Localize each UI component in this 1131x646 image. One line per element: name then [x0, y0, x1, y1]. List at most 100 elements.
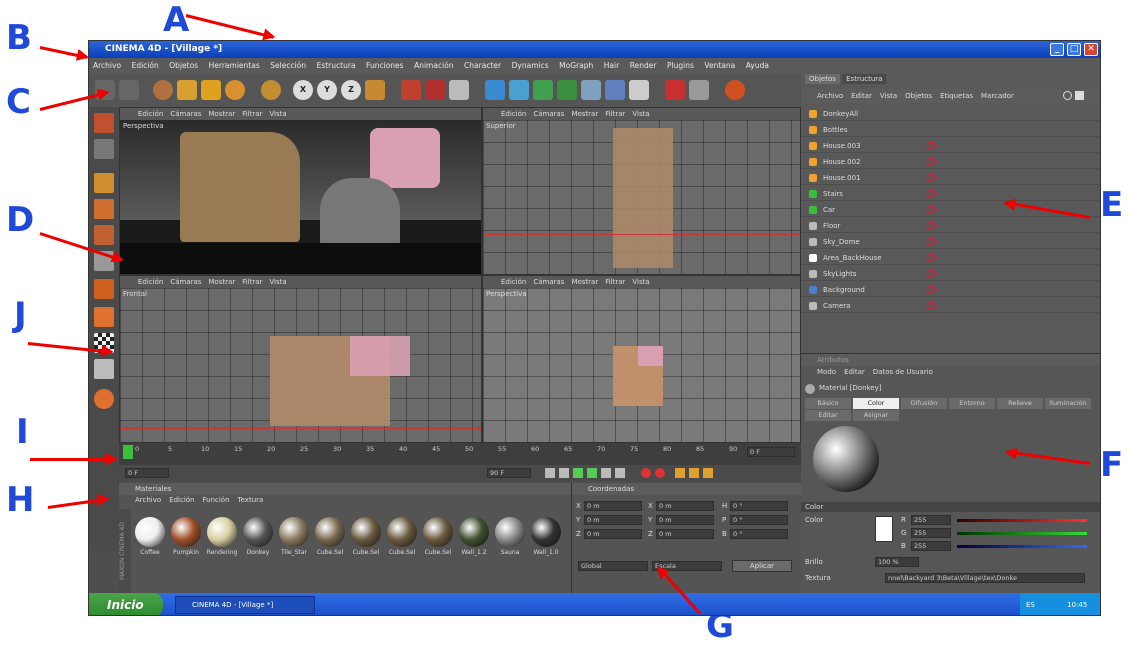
obj-menu-editar[interactable]: Editar	[851, 92, 872, 100]
use-polygons-tool-icon[interactable]	[94, 225, 114, 245]
z-axis-icon[interactable]: Z	[341, 80, 361, 100]
textura-path-field[interactable]: nnel\Backyard 3\Beta\Village\tex\Donke	[885, 573, 1085, 583]
layout-icon[interactable]	[689, 80, 709, 100]
viewport-perspective-top[interactable]: Edición Cámaras Mostrar Filtrar Vista Perspe…	[119, 107, 482, 275]
g-slider[interactable]	[957, 532, 1087, 535]
rotate-icon[interactable]	[225, 80, 245, 100]
vp-menu-edicion[interactable]: Edición	[501, 110, 526, 118]
cinema4d-logo-icon[interactable]	[725, 80, 745, 100]
b-field[interactable]: 255	[911, 541, 951, 551]
menu-ayuda[interactable]: Ayuda	[746, 61, 769, 70]
texture-tool-icon[interactable]	[94, 279, 114, 299]
menu-funciones[interactable]: Funciones	[366, 61, 403, 70]
close-button[interactable]: ✕	[1084, 43, 1098, 56]
vp-menu-mostrar[interactable]: Mostrar	[208, 278, 235, 286]
material-swatch[interactable]	[315, 517, 345, 547]
viewport-perspective-bottom[interactable]: Edición Cámaras Mostrar Filtrar Vista Perspe…	[482, 275, 801, 443]
home-icon[interactable]	[1075, 91, 1084, 100]
coord-value-field[interactable]: 0 m	[584, 501, 642, 511]
object-row[interactable]: Sky_Dome	[801, 235, 1100, 249]
minimize-button[interactable]: _	[1050, 43, 1064, 56]
language-indicator[interactable]: ES	[1026, 601, 1035, 609]
cube-icon[interactable]	[485, 80, 505, 100]
recent-tool-icon[interactable]	[261, 80, 281, 100]
menu-animacion[interactable]: Animación	[414, 61, 453, 70]
mat-menu-edicion[interactable]: Edición	[169, 496, 194, 504]
material-swatch[interactable]	[279, 517, 309, 547]
coord-value-field[interactable]: 0 °	[730, 529, 788, 539]
attr-menu-datos[interactable]: Datos de Usuario	[873, 368, 933, 376]
end-frame-field[interactable]: 90 F	[487, 468, 531, 478]
autokey-icon[interactable]	[655, 468, 665, 478]
g-field[interactable]: 255	[911, 528, 951, 538]
go-to-start-icon[interactable]	[545, 468, 555, 478]
restriction-tag-icon[interactable]	[927, 206, 935, 214]
vp-menu-vista[interactable]: Vista	[269, 278, 286, 286]
restriction-tag-icon[interactable]	[927, 190, 935, 198]
attr-tab[interactable]: Iluminación	[1045, 398, 1091, 409]
render-settings-icon[interactable]	[449, 80, 469, 100]
live-selection-icon[interactable]	[153, 80, 173, 100]
restriction-tag-icon[interactable]	[927, 286, 935, 294]
vp-menu-edicion[interactable]: Edición	[138, 110, 163, 118]
use-points-tool-icon[interactable]	[94, 173, 114, 193]
vp-menu-mostrar[interactable]: Mostrar	[208, 110, 235, 118]
vp-menu-camaras[interactable]: Cámaras	[533, 110, 564, 118]
object-row[interactable]: Bottles	[801, 123, 1100, 137]
play-forward-icon[interactable]	[587, 468, 597, 478]
material-swatch[interactable]	[351, 517, 381, 547]
coord-value-field[interactable]: 0 m	[656, 529, 714, 539]
vp-menu-filtrar[interactable]: Filtrar	[242, 278, 262, 286]
menu-estructura[interactable]: Estructura	[317, 61, 356, 70]
vp-menu-camaras[interactable]: Cámaras	[170, 110, 201, 118]
color-swatch[interactable]	[875, 516, 893, 542]
menu-archivo[interactable]: Archivo	[93, 61, 121, 70]
viewport-superior[interactable]: Edición Cámaras Mostrar Filtrar Vista Superi…	[482, 107, 801, 275]
attr-tab[interactable]: Relieve	[997, 398, 1043, 409]
deformer-icon[interactable]	[581, 80, 601, 100]
key-scale-icon[interactable]	[689, 468, 699, 478]
attr-tab[interactable]: Básico	[805, 398, 851, 409]
solo-icon[interactable]	[94, 389, 114, 409]
coord-value-field[interactable]: 0 °	[730, 501, 788, 511]
object-row[interactable]: DonkeyAll	[801, 107, 1100, 121]
material-swatch[interactable]	[387, 517, 417, 547]
mat-menu-funcion[interactable]: Función	[203, 496, 230, 504]
obj-menu-vista[interactable]: Vista	[880, 92, 897, 100]
object-row[interactable]: Camera	[801, 299, 1100, 313]
vp-menu-vista[interactable]: Vista	[269, 110, 286, 118]
coord-value-field[interactable]: 0 m	[584, 515, 642, 525]
spline-icon[interactable]	[509, 80, 529, 100]
restriction-tag-icon[interactable]	[927, 302, 935, 310]
menu-dynamics[interactable]: Dynamics	[512, 61, 549, 70]
use-edges-tool-icon[interactable]	[94, 199, 114, 219]
attr-menu-editar[interactable]: Editar	[844, 368, 865, 376]
object-row[interactable]: Stairs	[801, 187, 1100, 201]
coord-value-field[interactable]: 0 m	[656, 501, 714, 511]
mat-menu-archivo[interactable]: Archivo	[135, 496, 161, 504]
coordinate-mode-select[interactable]: Global	[578, 561, 648, 571]
scale-icon[interactable]	[201, 80, 221, 100]
material-swatch[interactable]	[135, 517, 165, 547]
menu-edicion[interactable]: Edición	[132, 61, 159, 70]
vp-menu-edicion[interactable]: Edición	[501, 278, 526, 286]
menu-mograph[interactable]: MoGraph	[559, 61, 593, 70]
object-row[interactable]: House.003	[801, 139, 1100, 153]
vp-menu-filtrar[interactable]: Filtrar	[242, 110, 262, 118]
tab-estructura[interactable]: Estructura	[842, 74, 887, 84]
vp-menu-filtrar[interactable]: Filtrar	[605, 278, 625, 286]
material-swatch[interactable]	[207, 517, 237, 547]
attr-menu-modo[interactable]: Modo	[817, 368, 836, 376]
render-view-icon[interactable]	[401, 80, 421, 100]
restriction-tag-icon[interactable]	[927, 174, 935, 182]
restriction-tag-icon[interactable]	[927, 158, 935, 166]
material-swatch[interactable]	[531, 517, 561, 547]
play-backward-icon[interactable]	[573, 468, 583, 478]
move-icon[interactable]	[177, 80, 197, 100]
start-frame-field[interactable]: 0 F	[125, 468, 169, 478]
r-slider[interactable]	[957, 519, 1087, 522]
material-swatch[interactable]	[495, 517, 525, 547]
restriction-tag-icon[interactable]	[927, 270, 935, 278]
viewport-frontal[interactable]: Edición Cámaras Mostrar Filtrar Vista Fronta…	[119, 275, 482, 443]
obj-menu-etiquetas[interactable]: Etiquetas	[940, 92, 973, 100]
